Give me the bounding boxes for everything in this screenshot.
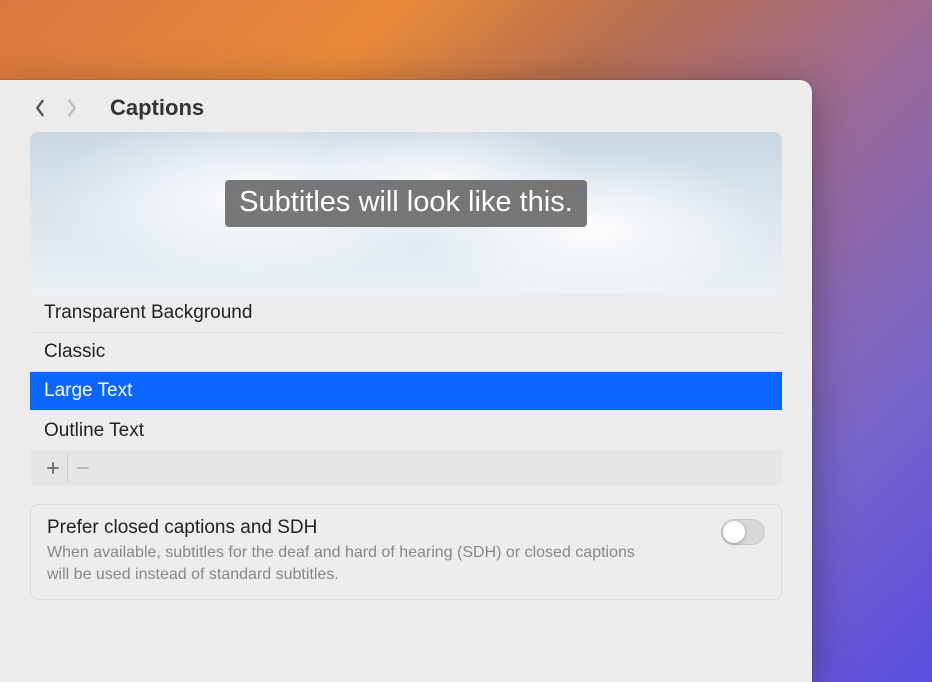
chevron-right-icon [65, 98, 79, 118]
forward-button[interactable] [60, 94, 84, 122]
style-label: Outline Text [44, 420, 144, 442]
style-list-footer [30, 450, 782, 486]
minus-icon [76, 461, 90, 475]
prefer-sdh-toggle[interactable] [721, 519, 765, 545]
chevron-left-icon [33, 98, 47, 118]
style-option-classic[interactable]: Classic [30, 333, 782, 372]
toggle-knob [723, 521, 745, 543]
prefer-sdh-description: When available, subtitles for the deaf a… [47, 542, 647, 585]
subtitle-preview-text: Subtitles will look like this. [225, 180, 587, 227]
plus-icon [46, 461, 60, 475]
content: Subtitles will look like this. Transpare… [0, 132, 812, 600]
prefer-sdh-title: Prefer closed captions and SDH [47, 517, 765, 539]
caption-preview: Subtitles will look like this. [30, 132, 782, 294]
style-option-transparent-background[interactable]: Transparent Background [30, 294, 782, 333]
style-label: Large Text [44, 380, 132, 402]
remove-style-button[interactable] [68, 453, 98, 483]
back-button[interactable] [28, 94, 52, 122]
header: Captions [0, 80, 812, 132]
captions-settings-window: Captions Subtitles will look like this. … [0, 80, 812, 682]
style-label: Transparent Background [44, 302, 252, 324]
page-title: Captions [110, 95, 204, 121]
caption-style-list: Transparent Background Classic Large Tex… [30, 294, 782, 450]
add-style-button[interactable] [38, 453, 68, 483]
style-label: Classic [44, 341, 105, 363]
style-option-large-text[interactable]: Large Text [30, 372, 782, 411]
prefer-sdh-section: Prefer closed captions and SDH When avai… [30, 504, 782, 600]
style-option-outline-text[interactable]: Outline Text [30, 411, 782, 450]
